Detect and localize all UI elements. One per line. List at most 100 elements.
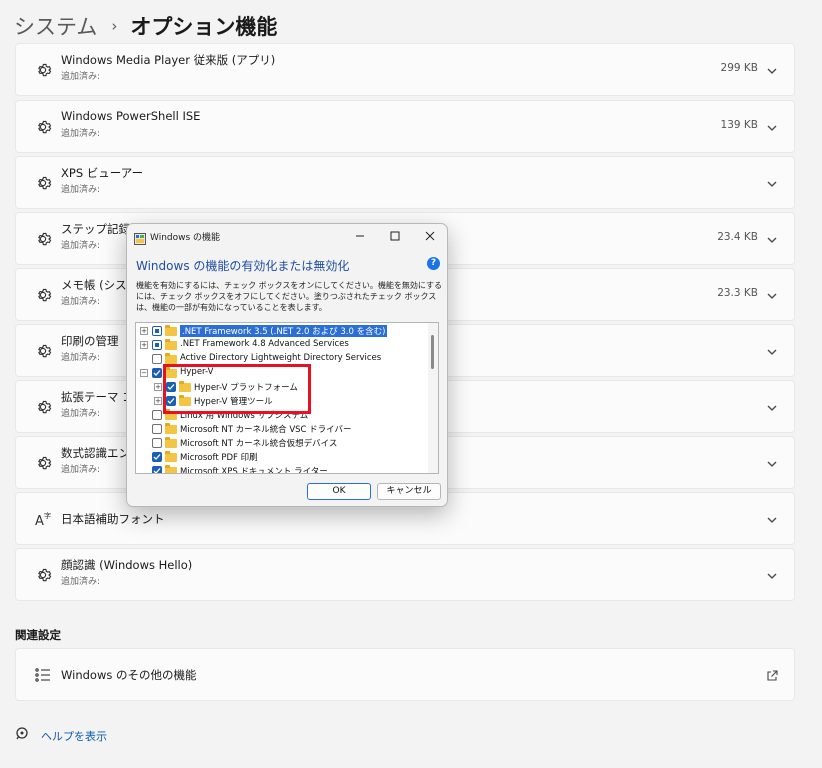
folder-icon (165, 353, 177, 364)
chevron-down-icon[interactable] (766, 287, 780, 301)
gear-icon (32, 284, 54, 306)
chevron-down-icon[interactable] (766, 455, 780, 469)
gear-icon (32, 396, 54, 418)
feature-row[interactable]: Windows Media Player 従来版 (アプリ) 追加済み: 299 K… (15, 43, 795, 96)
expand-icon[interactable]: + (140, 327, 148, 335)
gear-icon (32, 228, 54, 250)
checkbox[interactable] (152, 410, 162, 420)
help-icon (15, 726, 29, 745)
tree-item[interactable]: + .NET Framework 3.5 (.NET 2.0 および 3.0 を含… (136, 324, 426, 338)
gear-icon (32, 116, 54, 138)
feature-title: 日本語補助フォント (61, 512, 165, 526)
checkbox[interactable] (152, 466, 162, 473)
feature-status: 追加済み: (61, 72, 101, 82)
chevron-down-icon[interactable] (766, 399, 780, 413)
feature-title: 顔認識 (Windows Hello) (61, 558, 193, 572)
folder-icon (165, 325, 177, 336)
tree-item[interactable]: Microsoft XPS ドキュメント ライター (136, 464, 426, 474)
hyper-v-highlight-box (163, 364, 311, 414)
feature-status: 追加済み: (61, 409, 101, 419)
page-title: オプション機能 (130, 15, 278, 39)
feature-status: 追加済み: (61, 129, 101, 139)
tree-item-label: Active Directory Lightweight Directory S… (180, 353, 382, 363)
chevron-down-icon[interactable] (766, 62, 780, 76)
minimize-icon (356, 235, 364, 237)
external-link-icon (766, 667, 780, 681)
feature-status: 追加済み: (61, 465, 101, 475)
other-windows-features-label: Windows のその他の機能 (61, 668, 197, 682)
feature-row[interactable]: 顔認識 (Windows Hello) 追加済み: (15, 548, 795, 601)
breadcrumb: システム › オプション機能 (14, 10, 277, 42)
gear-icon (32, 564, 54, 586)
minimize-button[interactable] (343, 226, 377, 246)
feature-status: 追加済み: (61, 577, 101, 587)
folder-icon (165, 339, 177, 350)
list-icon (32, 664, 54, 686)
tree-item-label: Microsoft NT カーネル統合 VSC ドライバー (180, 425, 352, 435)
collapse-icon[interactable]: − (140, 369, 148, 377)
checkbox[interactable] (152, 438, 162, 448)
expand-icon[interactable]: + (154, 397, 162, 405)
windows-features-app-icon (134, 230, 146, 245)
feature-status: 追加済み: (61, 353, 101, 363)
feature-size: 23.3 KB (717, 287, 758, 299)
font-icon: A字 (32, 508, 54, 530)
feature-title: XPS ビューアー (61, 166, 144, 180)
feature-title: Windows Media Player 従来版 (アプリ) (61, 53, 276, 67)
chevron-down-icon[interactable] (766, 231, 780, 245)
chevron-down-icon[interactable] (766, 343, 780, 357)
close-icon (425, 231, 435, 241)
tree-item-label: .NET Framework 3.5 (.NET 2.0 および 3.0 を含む… (180, 325, 388, 337)
tree-item[interactable]: Microsoft NT カーネル統合仮想デバイス (136, 436, 426, 450)
feature-status: 追加済み: (61, 185, 101, 195)
other-windows-features-link[interactable]: Windows のその他の機能 (15, 648, 795, 701)
help-circle-icon[interactable]: ? (427, 257, 440, 270)
chevron-down-icon[interactable] (766, 511, 780, 525)
ok-button[interactable]: OK (307, 483, 371, 500)
gear-icon (32, 59, 54, 81)
folder-icon (165, 465, 177, 473)
maximize-icon (390, 231, 400, 241)
svg-text:字: 字 (44, 511, 51, 520)
feature-row[interactable]: Windows PowerShell ISE 追加済み: 139 KB (15, 100, 795, 153)
feature-status: 追加済み: (61, 241, 101, 251)
tree-item[interactable]: + .NET Framework 4.8 Advanced Services (136, 338, 426, 352)
folder-icon (165, 451, 177, 462)
checkbox[interactable] (152, 368, 162, 378)
help-label: ヘルプを表示 (41, 729, 107, 743)
chevron-down-icon[interactable] (766, 567, 780, 581)
tree-scrollbar[interactable] (428, 323, 438, 473)
svg-text:A: A (35, 514, 44, 528)
tree-item[interactable]: Microsoft PDF 印刷 (136, 450, 426, 464)
feature-size: 299 KB (720, 62, 758, 74)
feature-row[interactable]: XPS ビューアー追加済み: (15, 156, 795, 209)
gear-icon (32, 340, 54, 362)
related-settings-heading: 関連設定 (15, 628, 61, 642)
checkbox[interactable] (152, 452, 162, 462)
checkbox[interactable] (152, 340, 162, 350)
feature-size: 23.4 KB (717, 231, 758, 243)
tree-item-label: Microsoft XPS ドキュメント ライター (180, 467, 328, 474)
checkbox[interactable] (152, 354, 162, 364)
feature-title: Windows PowerShell ISE (61, 109, 201, 123)
cancel-button[interactable]: キャンセル (377, 483, 441, 500)
chevron-down-icon[interactable] (766, 119, 780, 133)
folder-icon (165, 423, 177, 434)
checkbox[interactable] (152, 326, 162, 336)
checkbox[interactable] (152, 424, 162, 434)
dialog-titlebar[interactable]: Windows の機能 (127, 224, 447, 248)
chevron-down-icon[interactable] (766, 175, 780, 189)
breadcrumb-separator: › (111, 17, 118, 35)
tree-item[interactable]: Microsoft NT カーネル統合 VSC ドライバー (136, 422, 426, 436)
expand-icon[interactable]: + (140, 341, 148, 349)
feature-title: 印刷の管理 (61, 334, 119, 348)
breadcrumb-parent[interactable]: システム (14, 11, 97, 41)
dialog-heading: Windows の機能の有効化または無効化 (136, 259, 350, 273)
help-link[interactable]: ヘルプを表示 (15, 726, 107, 745)
tree-item-label: Microsoft NT カーネル統合仮想デバイス (180, 439, 338, 449)
scrollbar-thumb[interactable] (431, 335, 434, 369)
expand-icon[interactable]: + (154, 383, 162, 391)
maximize-button[interactable] (378, 226, 412, 246)
close-button[interactable] (413, 226, 447, 246)
tree-item-label: .NET Framework 4.8 Advanced Services (180, 339, 349, 349)
